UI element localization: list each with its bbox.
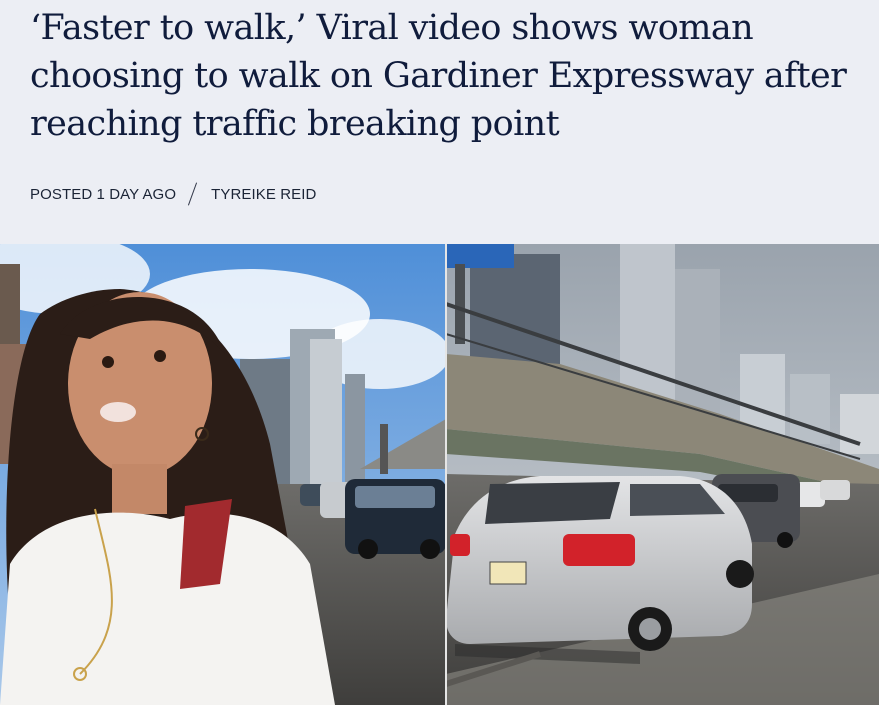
article-meta: POSTED 1 DAY AGO TYREIKE REID xyxy=(30,182,316,206)
posted-time: POSTED 1 DAY AGO xyxy=(30,185,177,203)
author-name[interactable]: TYREIKE REID xyxy=(211,186,316,203)
frame-divider xyxy=(445,244,447,705)
silver-car xyxy=(446,476,754,664)
article-header: ‘Faster to walk,’ Viral video shows woma… xyxy=(0,0,879,244)
article-hero-image[interactable] xyxy=(0,244,879,705)
meta-separator xyxy=(188,182,198,206)
right-video-frame xyxy=(445,244,879,705)
article-headline: ‘Faster to walk,’ Viral video shows woma… xyxy=(30,8,847,144)
left-video-frame xyxy=(0,244,450,705)
